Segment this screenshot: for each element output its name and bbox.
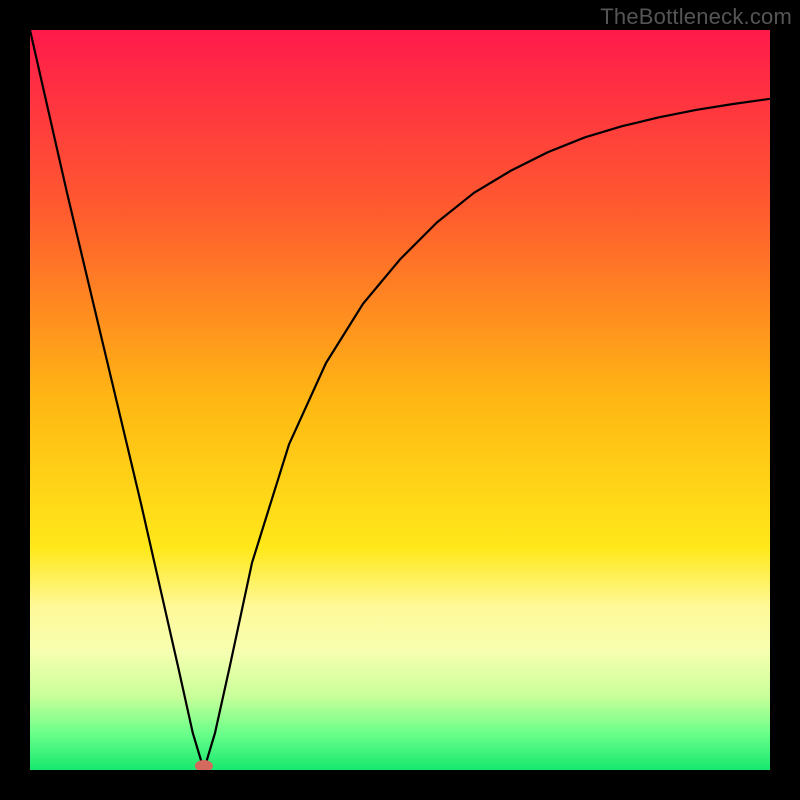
gradient-background	[30, 30, 770, 770]
chart-plot	[30, 30, 770, 770]
watermark-label: TheBottleneck.com	[600, 4, 792, 30]
chart-frame: TheBottleneck.com	[0, 0, 800, 800]
